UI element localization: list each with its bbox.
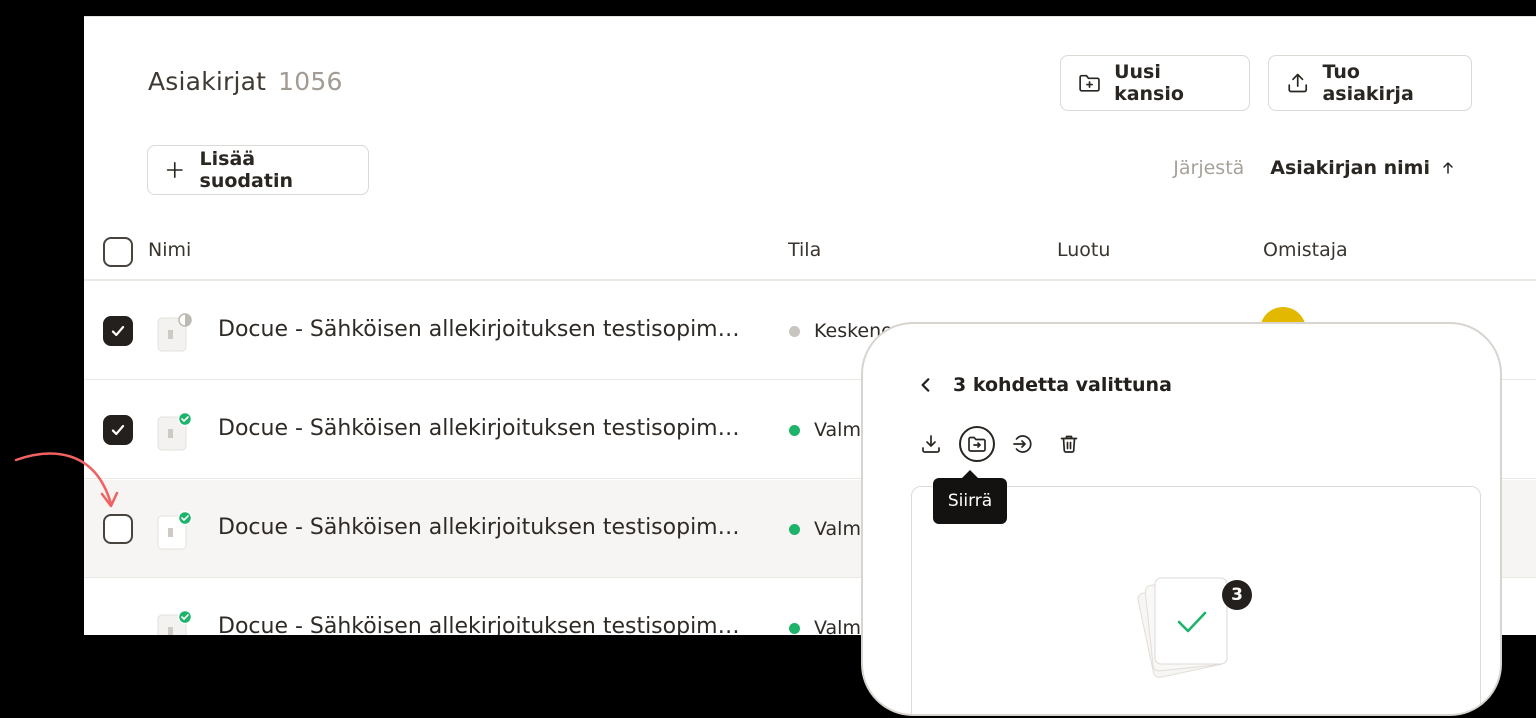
new-folder-button[interactable]: Uusi kansio xyxy=(1060,55,1250,111)
sort-field-button[interactable]: Asiakirjan nimi xyxy=(1270,157,1456,179)
new-folder-label: Uusi kansio xyxy=(1114,61,1184,105)
status-dot xyxy=(789,424,800,436)
column-status[interactable]: Tila xyxy=(788,239,821,261)
page-title: Asiakirjat 1056 xyxy=(148,67,343,96)
status-badge: Valm xyxy=(789,518,861,540)
status-text: Valm xyxy=(814,617,861,635)
status-dot xyxy=(789,523,800,535)
arrow-right-circle-icon xyxy=(1013,435,1032,453)
status-badge: Valm xyxy=(789,617,861,635)
sort-label: Järjestä xyxy=(1173,157,1245,179)
move-tooltip: Siirrä xyxy=(933,470,1007,524)
document-pending-icon xyxy=(157,313,192,352)
document-completed-icon xyxy=(157,411,193,451)
check-icon xyxy=(111,424,125,436)
selection-header: 3 kohdetta valittuna xyxy=(917,374,1172,396)
page-title-text: Asiakirjat xyxy=(148,67,267,96)
document-completed-icon xyxy=(157,609,193,635)
column-name[interactable]: Nimi xyxy=(148,239,191,261)
selection-toolbar xyxy=(913,426,1087,462)
selection-count-label: 3 kohdetta valittuna xyxy=(953,374,1172,396)
status-text: Valm xyxy=(814,419,861,441)
download-icon xyxy=(922,435,940,453)
add-filter-button[interactable]: Lisää suodatin xyxy=(147,145,369,195)
table-header: Nimi Tila Luotu Omistaja xyxy=(84,225,1536,281)
select-all-checkbox[interactable] xyxy=(103,237,133,267)
import-document-button[interactable]: Tuo asiakirja xyxy=(1268,55,1472,111)
download-button[interactable] xyxy=(913,426,949,462)
folder-plus-icon xyxy=(1079,74,1100,92)
row-checkbox[interactable] xyxy=(103,316,133,346)
column-created[interactable]: Luotu xyxy=(1057,239,1110,261)
move-button[interactable] xyxy=(959,426,995,462)
send-button[interactable] xyxy=(1005,426,1041,462)
document-name[interactable]: Docue - Sähköisen allekirjoituksen testi… xyxy=(218,515,740,540)
import-document-label: Tuo asiakirja xyxy=(1322,61,1414,105)
upload-icon xyxy=(1288,73,1308,93)
status-dot xyxy=(789,325,800,337)
chevron-left-icon[interactable] xyxy=(917,376,935,394)
status-badge: Valm xyxy=(789,419,861,441)
folder-move-icon xyxy=(968,436,986,452)
document-name[interactable]: Docue - Sähköisen allekirjoituksen testi… xyxy=(218,317,740,342)
document-completed-icon xyxy=(157,510,193,550)
column-owner[interactable]: Omistaja xyxy=(1263,239,1348,261)
delete-button[interactable] xyxy=(1051,426,1087,462)
arrow-up-icon xyxy=(1443,162,1453,174)
sort-control: Järjestä Asiakirjan nimi xyxy=(1173,157,1456,179)
status-dot xyxy=(789,622,800,634)
annotation-arrow-icon xyxy=(14,452,119,508)
status-text: Valm xyxy=(814,518,861,540)
trash-icon xyxy=(1060,435,1078,453)
document-name[interactable]: Docue - Sähköisen allekirjoituksen testi… xyxy=(218,416,740,441)
row-checkbox[interactable] xyxy=(103,415,133,445)
add-filter-label: Lisää suodatin xyxy=(199,148,293,192)
plus-icon xyxy=(166,162,183,178)
check-icon xyxy=(111,325,125,337)
selection-panel: 3 kohdetta valittuna 3 Siirrä xyxy=(861,322,1502,716)
selected-count-badge: 3 xyxy=(1222,580,1252,610)
document-name[interactable]: Docue - Sähköisen allekirjoituksen testi… xyxy=(218,614,740,635)
document-count: 1056 xyxy=(278,67,343,96)
sort-field-label: Asiakirjan nimi xyxy=(1270,157,1430,179)
